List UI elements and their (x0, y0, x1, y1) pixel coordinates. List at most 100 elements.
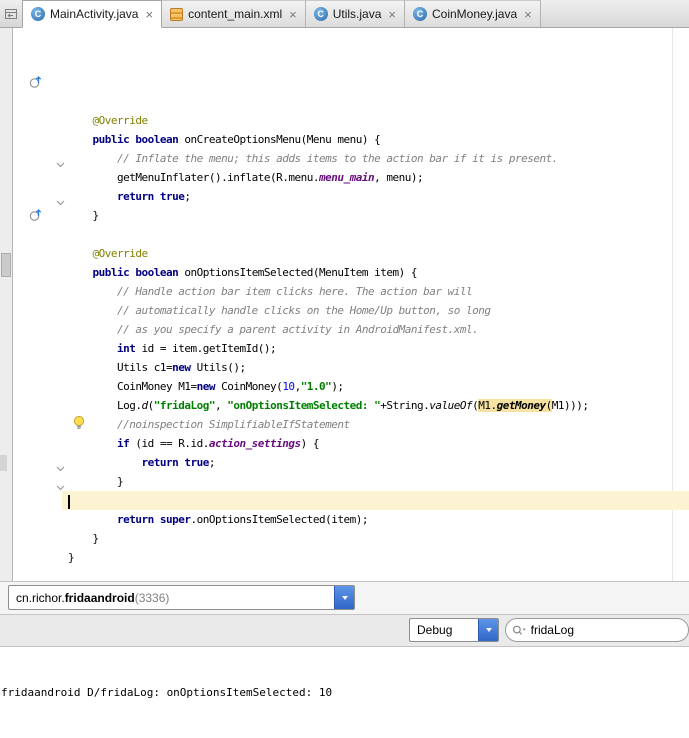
editor-tabs-list-icon[interactable] (0, 0, 22, 27)
code-token: @Override (68, 247, 148, 260)
lightbulb-icon[interactable] (73, 415, 85, 435)
ide-window: C MainActivity.java × content_main.xml × C Uti… (0, 0, 689, 738)
logcat-filter-bar: Debug (0, 613, 689, 646)
dropdown-arrow-icon[interactable] (334, 586, 354, 609)
code-token: "onOptionsItemSelected: " (227, 399, 381, 412)
code-token: Utils c1= (68, 361, 173, 374)
tab-label: CoinMoney.java (432, 7, 518, 21)
code-line[interactable]: //noinspection SimplifiableIfStatement (62, 415, 689, 434)
code-line[interactable]: CoinMoney M1=new CoinMoney(10,"1.0"); (62, 377, 689, 396)
code-line[interactable]: // Handle action bar item clicks here. T… (62, 282, 689, 301)
code-line[interactable]: Utils c1=new Utils(); (62, 358, 689, 377)
override-icon[interactable] (29, 208, 42, 227)
code-token: return super (116, 513, 191, 526)
code-token: +String. (380, 399, 430, 412)
code-line[interactable]: @Override (62, 111, 689, 130)
close-tab-icon[interactable]: × (524, 8, 532, 21)
log-level-selector[interactable]: Debug (409, 618, 499, 642)
code-token: id = item.getItemId(); (135, 342, 277, 355)
code-token: return true (141, 456, 209, 469)
code-token: CoinMoney( (214, 380, 283, 393)
code-line[interactable] (62, 225, 689, 244)
process-name: fridaandroid (64, 590, 135, 605)
tab-MainActivity.java[interactable]: C MainActivity.java × (22, 0, 163, 28)
code-line[interactable]: } (62, 472, 689, 491)
fold-icon[interactable] (56, 459, 65, 477)
code-token: // automatically handle clicks on the Ho… (116, 304, 491, 317)
code-line[interactable]: int id = item.getItemId(); (62, 339, 689, 358)
code-token: Log. (68, 399, 142, 412)
code-token: // Inflate the menu; this adds items to … (116, 152, 558, 165)
code-token: } (68, 532, 99, 545)
tool-stripe-button[interactable] (1, 253, 11, 277)
code-token: public boolean (92, 266, 179, 279)
override-icon[interactable] (29, 75, 42, 94)
code-line[interactable]: } (62, 529, 689, 548)
code-token: onOptionsItemSelected(MenuItem item) { (178, 266, 417, 279)
code-token: , menu); (374, 171, 424, 184)
text-caret (68, 495, 70, 509)
code-token: // Handle action bar item clicks here. T… (116, 285, 473, 298)
code-token: 10 (282, 380, 295, 393)
tab-label: MainActivity.java (50, 7, 139, 21)
code-line[interactable]: @Override (62, 244, 689, 263)
fold-icon[interactable] (56, 193, 65, 211)
code-line[interactable]: } (62, 206, 689, 225)
search-input[interactable] (530, 623, 682, 637)
tab-content_main.xml[interactable]: content_main.xml × (162, 0, 306, 27)
code-token: valueOf (429, 399, 473, 412)
code-token: getMoney (496, 399, 546, 412)
fold-icon[interactable] (56, 155, 65, 173)
arrow-down-icon (341, 595, 348, 600)
code-token: "1.0" (300, 380, 332, 393)
logcat-device-bar: cn.richor. fridaandroid (3336) (0, 580, 689, 614)
code-line[interactable]: public boolean onOptionsItemSelected(Men… (62, 263, 689, 282)
code-line[interactable]: return true; (62, 187, 689, 206)
code-editor[interactable]: @Override public boolean onCreateOptions… (13, 28, 689, 581)
code-line[interactable]: } (62, 548, 689, 567)
code-line[interactable]: getMenuInflater().inflate(R.menu.menu_ma… (62, 168, 689, 187)
search-icon[interactable] (512, 624, 527, 637)
arrow-down-icon (485, 628, 492, 632)
code-line[interactable]: Log.d("fridaLog", "onOptionsItemSelected… (62, 396, 689, 415)
code-token: , (214, 399, 228, 412)
dropdown-arrow-icon[interactable] (478, 619, 498, 641)
tool-stripe-button-small[interactable] (0, 455, 7, 471)
code-line[interactable]: return super.onOptionsItemSelected(item)… (62, 510, 689, 529)
code-line[interactable]: public boolean onCreateOptionsMenu(Menu … (62, 130, 689, 149)
process-selector-value: cn.richor. fridaandroid (3336) (9, 586, 334, 609)
tab-label: content_main.xml (188, 7, 283, 21)
java-class-icon: C (413, 7, 427, 21)
code-token: .onOptionsItemSelected(item); (190, 513, 369, 526)
code-token: } (68, 209, 99, 222)
code-line[interactable]: // Inflate the menu; this adds items to … (62, 149, 689, 168)
code-line[interactable] (62, 491, 689, 510)
code-token: "fridaLog" (153, 399, 216, 412)
close-tab-icon[interactable]: × (388, 8, 396, 21)
code-token: } (68, 475, 124, 488)
tab-CoinMoney.java[interactable]: C CoinMoney.java × (405, 0, 541, 27)
panel-icon (5, 8, 17, 19)
close-tab-icon[interactable]: × (289, 8, 297, 21)
code-line[interactable]: // as you specify a parent activity in A… (62, 320, 689, 339)
xml-file-icon (170, 7, 184, 21)
code-token: CoinMoney M1= (68, 380, 197, 393)
tab-Utils.java[interactable]: C Utils.java × (305, 0, 405, 27)
fold-icon[interactable] (56, 478, 65, 496)
code-line[interactable]: // automatically handle clicks on the Ho… (62, 301, 689, 320)
logcat-output[interactable]: fridaandroid D/fridaLog: onOptionsItemSe… (0, 645, 689, 738)
logcat-search-field[interactable] (505, 618, 689, 642)
close-tab-icon[interactable]: × (145, 8, 153, 21)
process-selector[interactable]: cn.richor. fridaandroid (3336) (8, 585, 355, 610)
code-token: new (196, 380, 216, 393)
code-line[interactable]: if (id == R.id.action_settings) { (62, 434, 689, 453)
process-pid: (3336) (134, 590, 170, 605)
code-token: public boolean (92, 133, 179, 146)
tab-label: Utils.java (332, 7, 382, 21)
code-line[interactable]: return true; (62, 453, 689, 472)
code-pane[interactable]: @Override public boolean onCreateOptions… (62, 28, 689, 581)
